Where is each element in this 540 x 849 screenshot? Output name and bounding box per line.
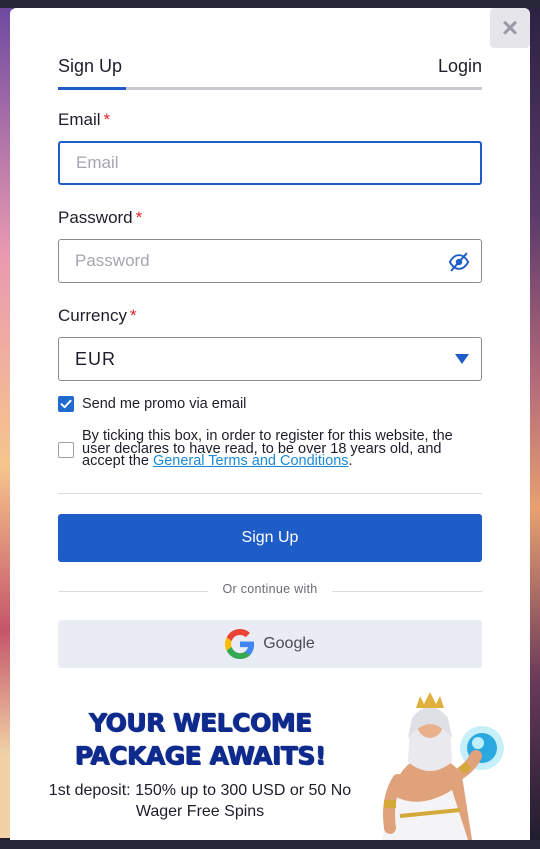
active-tab-indicator bbox=[58, 87, 126, 90]
promo-description: 1st deposit: 150% up to 300 USD or 50 No… bbox=[48, 782, 352, 820]
google-label: Google bbox=[263, 635, 315, 652]
password-input[interactable] bbox=[58, 239, 482, 283]
eye-slash-icon[interactable] bbox=[448, 251, 470, 273]
signup-modal: × Sign Up Login Email* Password* Currenc… bbox=[10, 8, 530, 840]
required-marker: * bbox=[129, 306, 137, 325]
close-button[interactable]: × bbox=[490, 8, 530, 48]
currency-value: EUR bbox=[75, 348, 117, 369]
email-input[interactable] bbox=[58, 141, 482, 185]
or-continue-text: Or continue with bbox=[222, 582, 318, 596]
currency-label: Currency * bbox=[58, 306, 137, 325]
required-marker: * bbox=[103, 110, 111, 129]
chevron-down-icon bbox=[455, 354, 469, 364]
promo-title: YOUR WELCOME PACKAGE AWAITS! bbox=[74, 708, 326, 770]
terms-checkbox[interactable] bbox=[58, 442, 74, 458]
signup-button[interactable]: Sign Up bbox=[58, 514, 482, 562]
promo-email-checkbox[interactable] bbox=[58, 396, 74, 412]
bottom-bar bbox=[0, 840, 540, 849]
terms-link[interactable]: General Terms and Conditions bbox=[153, 453, 349, 469]
check-icon bbox=[60, 399, 72, 409]
close-icon: × bbox=[501, 12, 519, 43]
tab-login[interactable]: Login bbox=[438, 56, 482, 77]
google-signin-button[interactable]: Google bbox=[58, 620, 482, 668]
or-continue-separator: Or continue with bbox=[58, 582, 482, 600]
email-label: Email * bbox=[58, 110, 111, 129]
password-label: Password * bbox=[58, 208, 143, 227]
currency-select[interactable]: EUR bbox=[58, 337, 482, 381]
top-bar bbox=[0, 0, 540, 8]
separator-line bbox=[332, 591, 482, 592]
divider bbox=[58, 493, 482, 494]
promo-email-label: Send me promo via email bbox=[82, 396, 247, 412]
terms-text: By ticking this box, in order to registe… bbox=[82, 428, 453, 469]
google-logo-icon bbox=[225, 629, 255, 659]
welcome-promo-banner: YOUR WELCOME PACKAGE AWAITS! 1st deposit… bbox=[10, 688, 530, 840]
zeus-illustration bbox=[382, 692, 504, 840]
auth-tabs: Sign Up Login bbox=[58, 56, 482, 90]
required-marker: * bbox=[135, 208, 143, 227]
tab-signup[interactable]: Sign Up bbox=[58, 56, 122, 77]
